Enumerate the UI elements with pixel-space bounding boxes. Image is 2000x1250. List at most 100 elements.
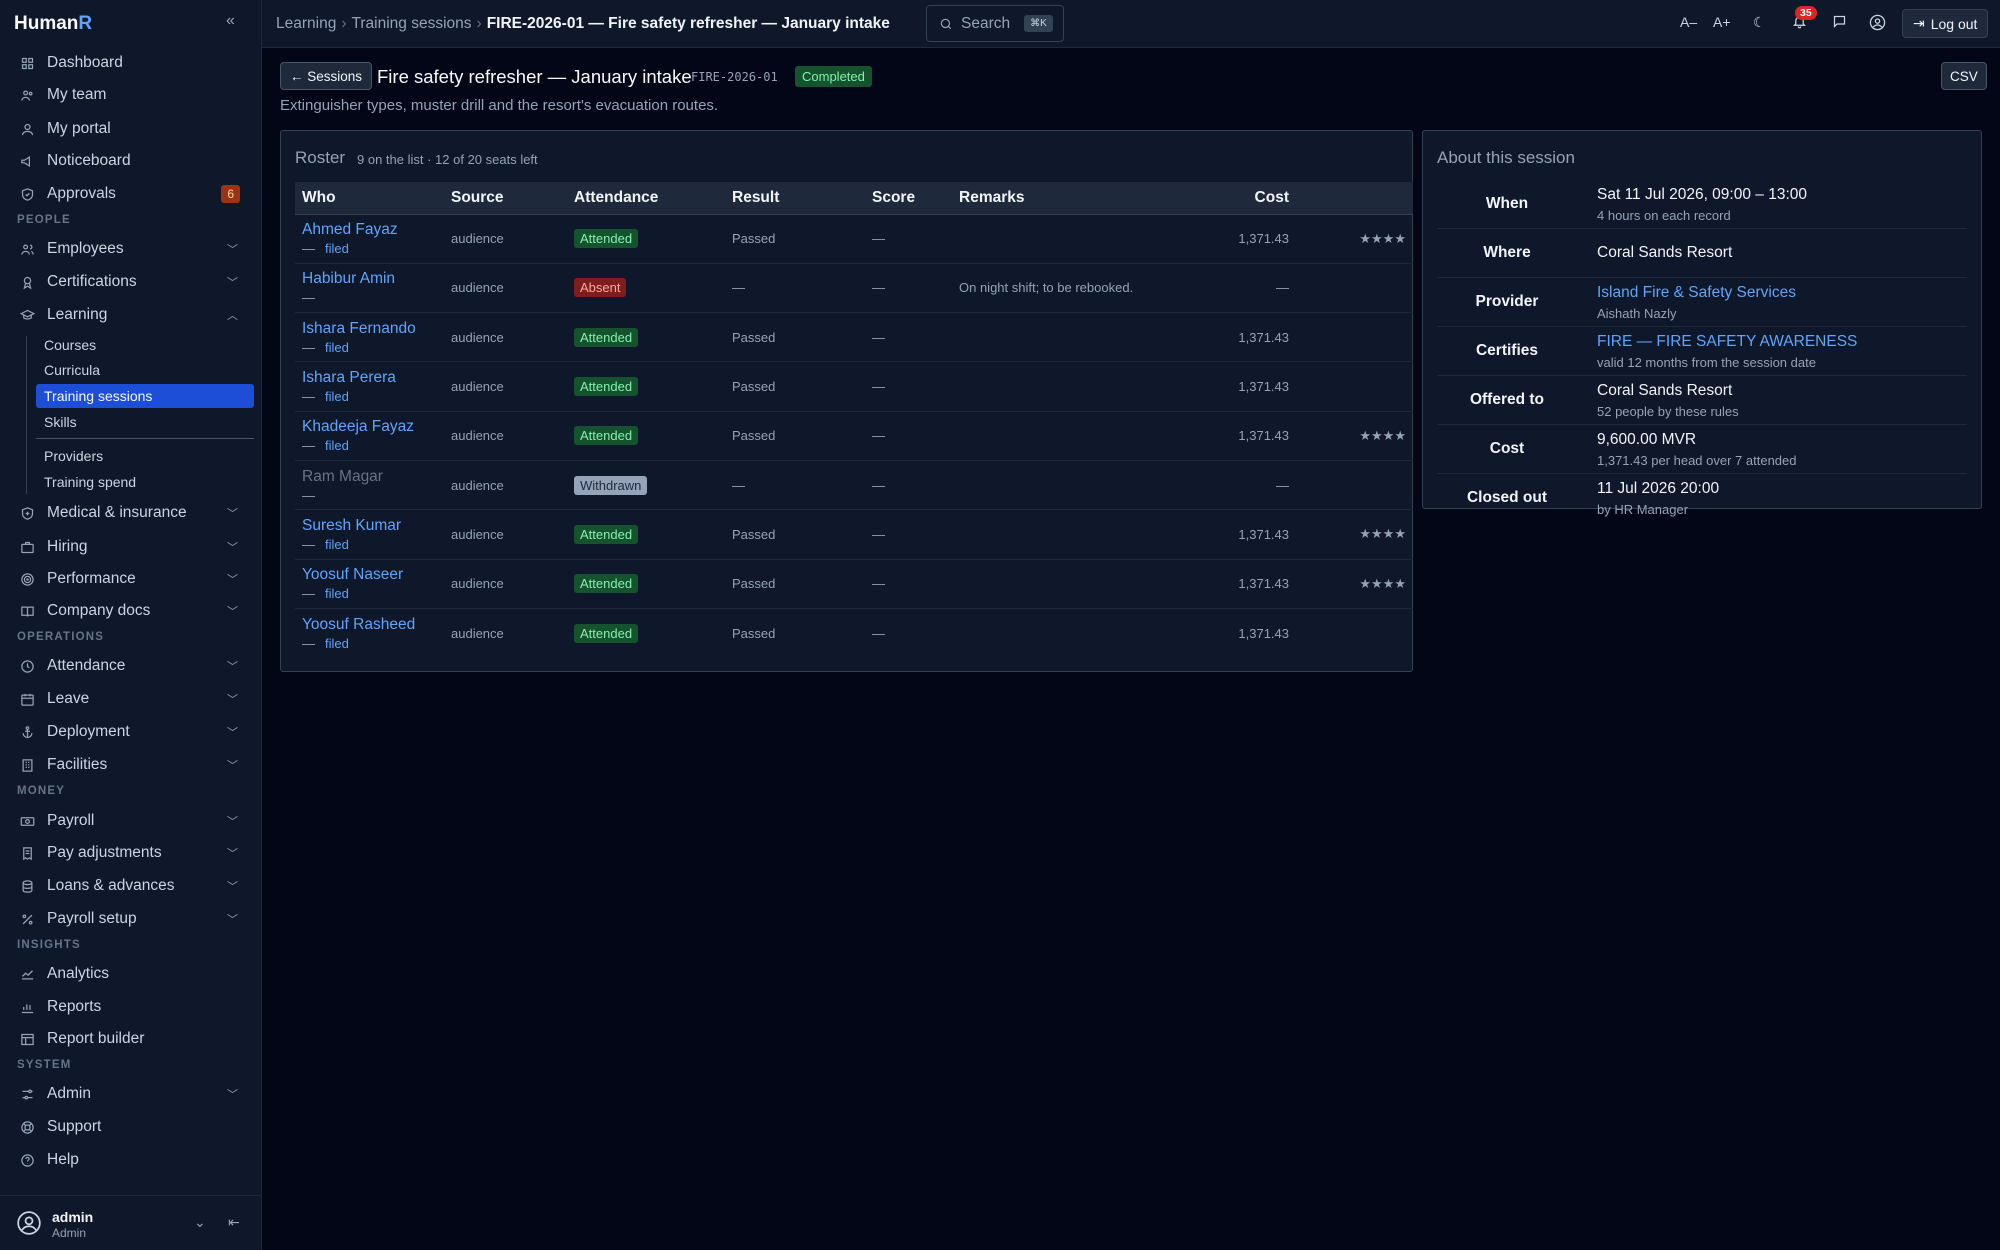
roster-title: Roster [295, 148, 346, 167]
col-remarks[interactable]: Remarks [952, 182, 1172, 215]
sidebar-item-label: Employees [47, 240, 124, 257]
sidebar-subitem-training-spend[interactable]: Training spend [44, 474, 136, 490]
sidebar-item-loans-advances[interactable]: Loans & advances ﹀ [12, 872, 252, 900]
table-icon [18, 1032, 36, 1047]
about-value: Sat 11 Jul 2026, 09:00 – 13:00 [1597, 186, 1807, 203]
csv-export-button[interactable]: CSV [1941, 62, 1987, 90]
participant-name-link[interactable]: Suresh Kumar [302, 517, 437, 535]
col-cost[interactable]: Cost [1172, 182, 1296, 215]
back-to-sessions-button[interactable]: ← Sessions [280, 62, 373, 90]
participant-name-link[interactable]: Ishara Perera [302, 369, 437, 387]
chat-icon[interactable] [1832, 14, 1847, 32]
filed-link[interactable]: filed [325, 586, 349, 601]
font-larger-button[interactable]: A+ [1713, 14, 1731, 30]
col-result[interactable]: Result [725, 182, 865, 215]
sidebar-item-label: Reports [47, 998, 102, 1015]
cell-attendance: Attended [567, 312, 725, 363]
grid-icon [18, 56, 36, 71]
col-attendance[interactable]: Attendance [567, 182, 725, 215]
col-who[interactable]: Who [295, 182, 444, 215]
sidebar-item-noticeboard[interactable]: Noticeboard [12, 147, 252, 175]
book-icon [18, 604, 36, 619]
cell-attendance: Attended [567, 509, 725, 560]
sidebar-item-reports[interactable]: Reports [12, 993, 252, 1021]
user-avatar-icon[interactable] [16, 1210, 42, 1240]
clock-icon [18, 659, 36, 674]
cell-result: Passed [725, 361, 865, 412]
sidebar-item-deployment[interactable]: Deployment ﹀ [12, 718, 252, 746]
participant-name-link[interactable]: Khadeeja Fayaz [302, 418, 437, 436]
about-row-cost: Cost 9,600.00 MVR 1,371.43 per head over 7… [1437, 425, 1967, 474]
sidebar-item-hiring[interactable]: Hiring ﹀ [12, 533, 252, 561]
participant-name-link[interactable]: Habibur Amin [302, 270, 437, 288]
sidebar-item-my-portal[interactable]: My portal [12, 115, 252, 143]
filed-link[interactable]: filed [325, 636, 349, 651]
crumb-training-sessions[interactable]: Training sessions [352, 15, 472, 32]
sidebar-item-label: Support [47, 1118, 102, 1135]
notification-count-badge: 35 [1795, 6, 1817, 20]
sidebar-subitem-curricula[interactable]: Curricula [44, 362, 100, 378]
sign-out-icon[interactable]: ⇤ [228, 1214, 240, 1231]
participant-name-link[interactable]: Ishara Fernando [302, 320, 437, 338]
filed-link[interactable]: filed [325, 537, 349, 552]
sidebar-item-report-builder[interactable]: Report builder [12, 1025, 252, 1053]
logout-button[interactable]: ⇥ Log out [1902, 9, 1989, 38]
participant-name-link[interactable]: Yoosuf Naseer [302, 566, 437, 584]
account-icon[interactable] [1869, 14, 1886, 34]
sidebar-item-support[interactable]: Support [12, 1113, 252, 1141]
crumb-learning[interactable]: Learning [276, 15, 336, 32]
cell-attendance: Attended [567, 608, 725, 657]
sidebar-item-help[interactable]: Help [12, 1146, 252, 1174]
sidebar-item-employees[interactable]: Employees ﹀ [12, 235, 252, 263]
sidebar-item-leave[interactable]: Leave ﹀ [12, 685, 252, 713]
cell-cost: 1,371.43 [1172, 509, 1296, 560]
sidebar-item-approvals[interactable]: Approvals 6 [12, 180, 252, 208]
collapse-sidebar-icon[interactable]: « [226, 12, 235, 30]
about-value-link[interactable]: FIRE — FIRE SAFETY AWARENESS [1597, 333, 1857, 351]
col-source[interactable]: Source [444, 182, 567, 215]
participant-name-link[interactable]: Yoosuf Rasheed [302, 616, 437, 634]
sidebar-item-dashboard[interactable]: Dashboard [12, 49, 252, 77]
font-smaller-button[interactable]: A– [1680, 14, 1697, 30]
sidebar-item-admin[interactable]: Admin ﹀ [12, 1080, 252, 1108]
filed-link[interactable]: filed [325, 438, 349, 453]
sidebar-item-certifications[interactable]: Certifications ﹀ [12, 268, 252, 296]
participant-sub: — [302, 290, 437, 305]
sidebar-item-my-team[interactable]: My team [12, 81, 252, 109]
sidebar-item-label: Performance [47, 570, 136, 587]
sidebar-item-learning[interactable]: Learning ︿ [12, 301, 252, 329]
cell-who: Ahmed Fayaz — filed [295, 214, 444, 264]
search-button[interactable]: Search ⌘K [926, 5, 1064, 42]
sidebar-subitem-courses[interactable]: Courses [44, 337, 96, 353]
sidebar-subitem-training-sessions[interactable]: Training sessions [36, 384, 254, 408]
cell-result: Passed [725, 411, 865, 461]
about-value-link[interactable]: Island Fire & Safety Services [1597, 284, 1796, 302]
filed-link[interactable]: filed [325, 340, 349, 355]
filed-link[interactable]: filed [325, 241, 349, 256]
sidebar-subitem-skills[interactable]: Skills [44, 414, 77, 430]
sidebar-item-performance[interactable]: Performance ﹀ [12, 565, 252, 593]
sidebar-item-pay-adjustments[interactable]: Pay adjustments ﹀ [12, 839, 252, 867]
col-score[interactable]: Score [865, 182, 952, 215]
filed-link[interactable]: filed [325, 389, 349, 404]
moon-icon[interactable]: ☾ [1753, 14, 1766, 31]
col-rating [1296, 182, 1413, 215]
sidebar-item-label: Hiring [47, 538, 88, 555]
cell-attendance: Attended [567, 559, 725, 609]
sidebar-subitem-providers[interactable]: Providers [44, 448, 103, 464]
sidebar-item-facilities[interactable]: Facilities ﹀ [12, 751, 252, 779]
about-row-when: When Sat 11 Jul 2026, 09:00 – 13:00 4 hour… [1437, 180, 1967, 229]
user-menu-icon[interactable]: ⌄ [194, 1214, 206, 1231]
sidebar-item-company-docs[interactable]: Company docs ﹀ [12, 597, 252, 625]
sidebar-item-payroll-setup[interactable]: Payroll setup ﹀ [12, 905, 252, 933]
sidebar-item-payroll[interactable]: Payroll ﹀ [12, 807, 252, 835]
sidebar-item-medical-insurance[interactable]: Medical & insurance ﹀ [12, 499, 252, 527]
brand-logo[interactable]: HumanR [14, 13, 92, 35]
participant-name-link[interactable]: Ahmed Fayaz [302, 221, 437, 239]
about-row-where: Where Coral Sands Resort [1437, 229, 1967, 278]
participant-name-link[interactable]: Ram Magar [302, 468, 437, 486]
cell-remarks [952, 460, 1172, 511]
sidebar-item-analytics[interactable]: Analytics [12, 960, 252, 988]
sidebar-item-label: Leave [47, 690, 90, 707]
sidebar-item-attendance[interactable]: Attendance ﹀ [12, 652, 252, 680]
